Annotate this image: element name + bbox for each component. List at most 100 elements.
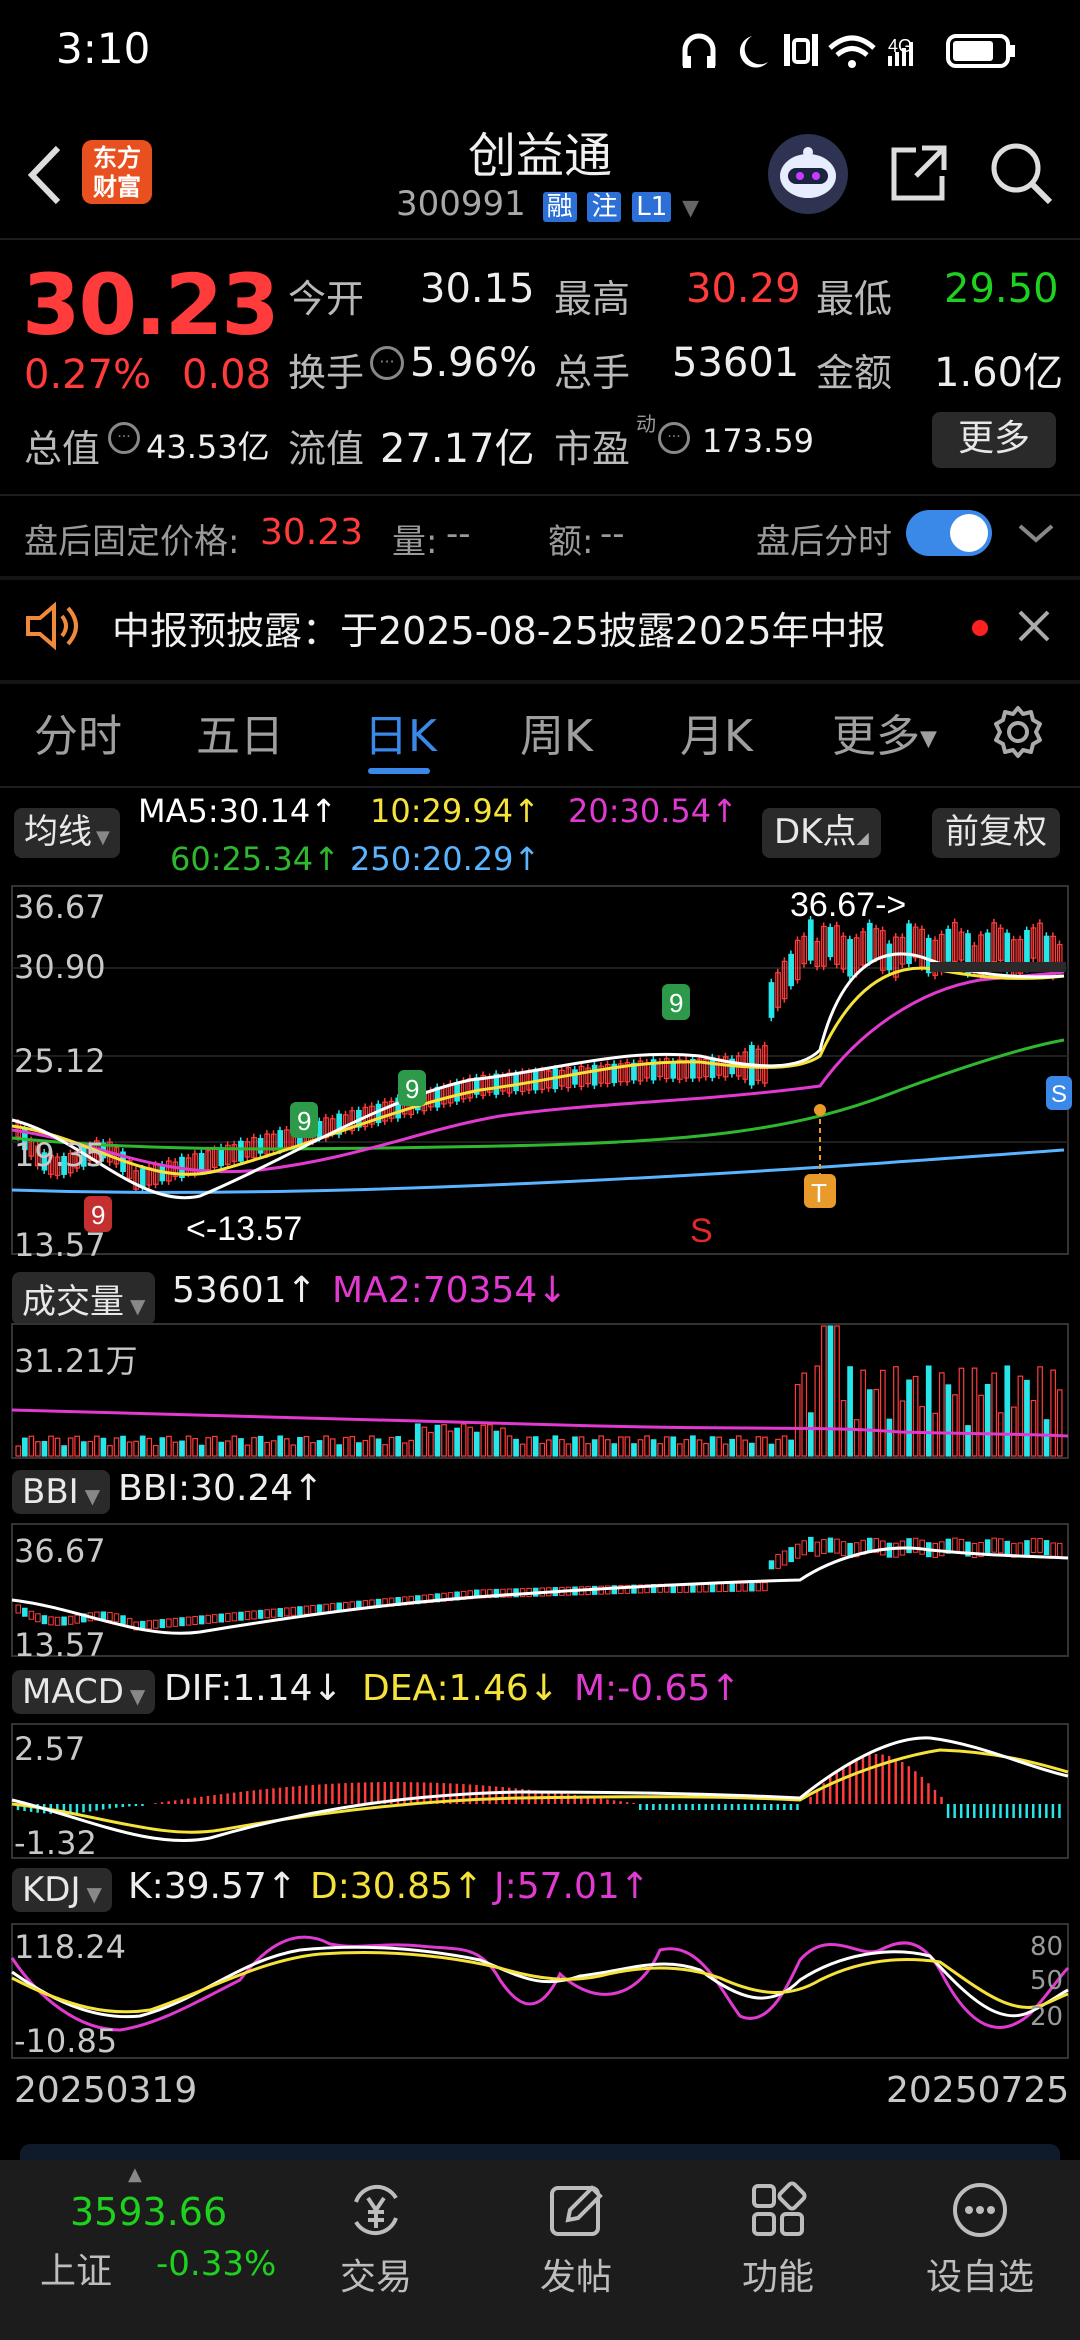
kdj-chart[interactable]: [0, 1920, 1080, 2062]
volume-bar: [467, 1426, 474, 1457]
nav-trade[interactable]: 交易: [306, 2180, 446, 2300]
volume-indicator-button[interactable]: 成交量 ▼: [12, 1272, 156, 1325]
volume-bar: [788, 1439, 795, 1457]
volume-bar: [107, 1445, 113, 1457]
change-pct: 0.27%: [24, 352, 152, 398]
bbi-candle: [984, 1539, 991, 1555]
volume-bar: [139, 1435, 146, 1457]
bbi-candle: [107, 1611, 113, 1621]
settings-gear-icon[interactable]: [990, 704, 1046, 760]
robot-assistant-icon[interactable]: [768, 134, 848, 214]
tab-fenshi[interactable]: 分时: [34, 700, 122, 764]
bbi-indicator-button[interactable]: BBI ▼: [12, 1470, 111, 1514]
open-value: 30.15: [420, 266, 535, 312]
volume-bar: [834, 1325, 840, 1457]
ma-selector-button[interactable]: 均线 ▼: [14, 808, 120, 858]
candle: [591, 1064, 598, 1086]
bbi-candle: [67, 1615, 74, 1625]
volume-bar: [211, 1435, 218, 1457]
tab-wuri[interactable]: 五日: [196, 700, 284, 764]
kdj-indicator-button[interactable]: KDJ ▼: [12, 1868, 112, 1912]
more-button[interactable]: 更多: [932, 412, 1056, 468]
adjust-button[interactable]: 前复权: [932, 808, 1060, 858]
info-icon[interactable]: ···: [658, 422, 690, 454]
volume-bar: [755, 1436, 762, 1457]
speaker-icon: [22, 598, 82, 654]
bbi-candle: [159, 1619, 166, 1629]
bbi-candle: [192, 1615, 198, 1625]
ma-selector-label: 均线: [24, 812, 92, 852]
nav-post[interactable]: 发帖: [506, 2180, 646, 2300]
current-price: 30.23: [22, 256, 280, 354]
volume-bar: [775, 1438, 781, 1457]
nav-add-watchlist[interactable]: 设自选: [910, 2180, 1050, 2300]
expand-chevron-icon[interactable]: [1016, 518, 1056, 548]
candle: [238, 1140, 244, 1162]
volume-bar: [690, 1435, 696, 1457]
high-value: 30.29: [686, 266, 801, 312]
volume-bar: [578, 1436, 585, 1457]
bbi-candle: [709, 1583, 716, 1593]
volume-bar: [860, 1369, 867, 1457]
search-icon[interactable]: [988, 140, 1054, 206]
nav-function[interactable]: 功能: [708, 2180, 848, 2300]
bbi-candle: [1030, 1537, 1037, 1553]
bbi-chart[interactable]: [0, 1520, 1080, 1660]
info-icon[interactable]: ···: [370, 346, 404, 380]
bbi-candle: [775, 1553, 781, 1569]
volume-bar: [604, 1439, 611, 1457]
share-icon[interactable]: [886, 142, 950, 206]
candle: [572, 1069, 578, 1085]
bbi-candle: [310, 1604, 316, 1614]
candle: [670, 1061, 677, 1079]
stock-code-row[interactable]: 300991 融 注 L1 ▼: [396, 184, 699, 224]
bbi-candle: [120, 1615, 126, 1625]
candle: [454, 1082, 460, 1102]
volume-chart[interactable]: [0, 1322, 1080, 1462]
bbi-candle: [736, 1582, 742, 1592]
caret-down-icon: ▼: [96, 827, 110, 848]
after-hours-vol-label: 量:: [392, 522, 438, 562]
bbi-candle: [821, 1539, 827, 1555]
bbi-candle: [316, 1604, 323, 1614]
macd-m: M:-0.65↑: [574, 1668, 741, 1709]
macd-chart[interactable]: [0, 1720, 1080, 1862]
status-icons-svg: 4G: [682, 33, 1015, 68]
info-icon[interactable]: ···: [108, 422, 140, 454]
bbi-indicator-label: BBI: [22, 1472, 79, 1512]
bbi-candle: [146, 1620, 152, 1630]
bbi-candle: [801, 1540, 807, 1556]
dk-point-button[interactable]: DK点◢: [762, 808, 881, 858]
kline-y-top: 36.67: [14, 888, 106, 926]
volume-value: 53601: [672, 340, 800, 386]
macd-indicator-button[interactable]: MACD ▼: [12, 1670, 156, 1714]
back-button[interactable]: [20, 140, 70, 210]
kline-y-low: 19.35: [14, 1136, 106, 1174]
bbi-candle: [277, 1608, 283, 1618]
bbi-candle: [840, 1541, 847, 1557]
tab-rik[interactable]: 日K: [364, 700, 437, 764]
kline-chart[interactable]: 36.67-> <-13.57 S T S 9 9 9 9: [0, 880, 1080, 1260]
volume-bar: [932, 1412, 939, 1457]
close-icon[interactable]: [1014, 606, 1054, 646]
back-icon: [27, 145, 61, 205]
dk-point-label: DK点: [774, 812, 857, 852]
stock-title: 创益通: [467, 128, 612, 184]
volume-bar: [1004, 1365, 1011, 1457]
index-value[interactable]: 3593.66: [70, 2190, 227, 2234]
volume-bar: [231, 1435, 238, 1457]
bbi-candle: [290, 1606, 297, 1616]
volume-bar: [650, 1439, 657, 1457]
tab-zhouk[interactable]: 周K: [520, 700, 593, 764]
tab-yuek[interactable]: 月K: [680, 700, 753, 764]
notice-text[interactable]: 中报预披露：于2025-08-25披露2025年中报: [112, 600, 886, 655]
volume-bar: [1043, 1419, 1050, 1457]
bbi-candle: [15, 1604, 21, 1614]
after-hours-toggle[interactable]: [906, 510, 992, 556]
bbi-candle: [991, 1537, 997, 1553]
volume-bar: [781, 1435, 788, 1457]
svg-text:9: 9: [669, 988, 683, 1018]
volume-bar: [80, 1441, 87, 1457]
edit-icon: [550, 2185, 603, 2236]
tab-more[interactable]: 更多▼: [832, 700, 937, 764]
